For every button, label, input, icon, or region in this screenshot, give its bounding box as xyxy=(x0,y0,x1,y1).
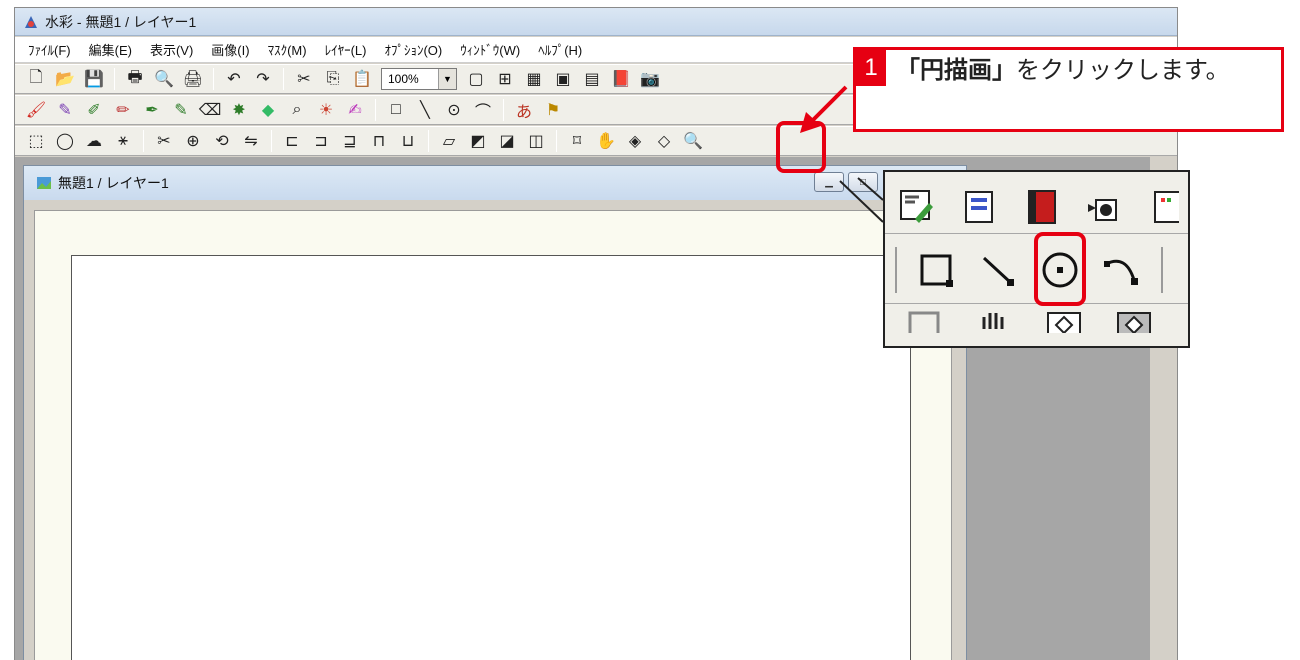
callout-arrow-line xyxy=(809,85,848,124)
popup-connector-line xyxy=(839,180,884,223)
step-number-badge: 1 xyxy=(856,50,886,86)
instruction-tool-name: 「円描画」 xyxy=(896,57,1016,84)
popup-connector-line xyxy=(857,177,884,201)
instruction-text: 「円描画」をクリックします。 xyxy=(896,52,1281,90)
instruction-action: をクリックします。 xyxy=(1016,57,1230,84)
instruction-callout: 1 「円描画」をクリックします。 xyxy=(853,47,1284,132)
